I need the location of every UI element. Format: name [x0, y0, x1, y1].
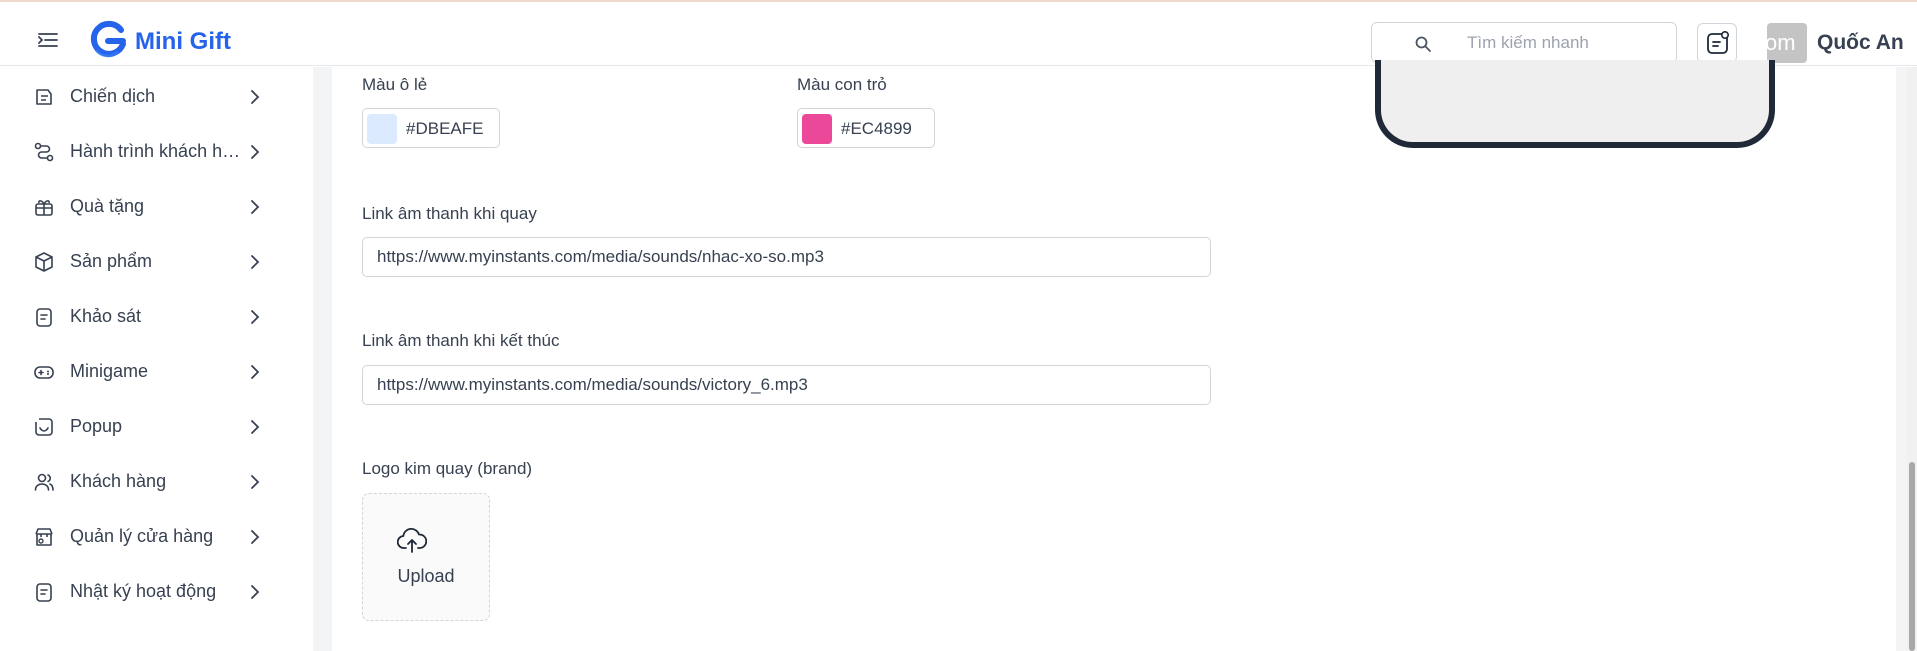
- sidebar-item-customer-journey[interactable]: Hành trình khách hàng: [0, 131, 280, 171]
- sidebar-item-activity-log[interactable]: Nhật ký hoạt động: [0, 571, 280, 611]
- spin-sound-label: Link âm thanh khi quay: [362, 204, 537, 223]
- sidebar-item-products[interactable]: Sản phẩm: [0, 241, 280, 281]
- journey-icon: [34, 142, 54, 162]
- logo-upload-button[interactable]: Upload: [362, 493, 490, 621]
- sidebar-item-label: Khảo sát: [70, 306, 142, 326]
- sidebar-item-popup[interactable]: Popup: [0, 406, 280, 446]
- quick-search-box[interactable]: [1371, 22, 1677, 63]
- sidebar: Chiến dịch Hành trình khách hàng Quà tặn…: [0, 67, 313, 651]
- sidebar-item-gifts[interactable]: Quà tặng: [0, 186, 280, 226]
- gamepad-icon: [34, 366, 54, 379]
- sidebar-item-label: Sản phẩm: [70, 251, 153, 271]
- odd-cell-color-label: Màu ô lẻ: [362, 75, 428, 94]
- odd-cell-color-swatch: [367, 114, 397, 144]
- gift-icon: [35, 200, 53, 216]
- brand-name[interactable]: Mini Gift: [135, 28, 231, 56]
- scrollbar-thumb[interactable]: [1909, 462, 1915, 651]
- avatar[interactable]: om: [1767, 23, 1807, 63]
- campaign-icon: [36, 89, 52, 105]
- pointer-color-label: Màu con trỏ: [797, 75, 887, 94]
- sidebar-item-campaign[interactable]: Chiến dịch: [0, 76, 280, 116]
- pointer-color-swatch: [802, 114, 832, 144]
- chevron-right-icon: [251, 90, 260, 104]
- sidebar-item-label: Hành trình khách hàng: [70, 141, 243, 161]
- sidebar-item-label: Quản lý cửa hàng: [70, 526, 214, 546]
- settings-panel: [332, 67, 1896, 651]
- username[interactable]: Quốc An: [1817, 31, 1904, 55]
- quick-search-input[interactable]: [1467, 31, 1667, 55]
- store-icon: [35, 528, 53, 546]
- sidebar-item-label: Khách hàng: [70, 471, 167, 491]
- search-icon: [1415, 36, 1431, 52]
- chevron-right-icon: [251, 365, 260, 379]
- end-sound-input[interactable]: https://www.myinstants.com/media/sounds/…: [362, 365, 1211, 405]
- chevron-right-icon: [251, 530, 260, 544]
- popup-icon: [35, 418, 53, 436]
- notification-button[interactable]: [1697, 23, 1737, 63]
- upload-label: Upload: [397, 566, 455, 586]
- top-header: Mini Gift om Quốc An: [0, 2, 1917, 66]
- chevron-right-icon: [251, 145, 260, 159]
- sidebar-item-label: Minigame: [70, 361, 149, 381]
- chevron-right-icon: [251, 585, 260, 599]
- sidebar-item-customers[interactable]: Khách hàng: [0, 461, 280, 501]
- logo-label: Logo kim quay (brand): [362, 459, 533, 478]
- box-icon: [35, 252, 53, 272]
- sidebar-item-label: Quà tặng: [70, 196, 145, 216]
- chevron-right-icon: [251, 310, 260, 324]
- sidebar-item-label: Chiến dịch: [70, 86, 156, 106]
- cloud-upload-icon: [397, 527, 427, 553]
- chevron-right-icon: [251, 420, 260, 434]
- chevron-right-icon: [251, 200, 260, 214]
- chevron-right-icon: [251, 475, 260, 489]
- log-icon: [36, 583, 52, 602]
- phone-preview: [1375, 60, 1775, 148]
- odd-cell-color-picker[interactable]: #DBEAFE: [362, 108, 500, 148]
- survey-icon: [36, 308, 52, 327]
- sidebar-item-label: Popup: [70, 416, 123, 436]
- sidebar-item-store-management[interactable]: Quản lý cửa hàng: [0, 516, 280, 556]
- pointer-color-picker[interactable]: #EC4899: [797, 108, 935, 148]
- notification-icon: [1707, 31, 1729, 54]
- sidebar-item-survey[interactable]: Khảo sát: [0, 296, 280, 336]
- odd-cell-color-value: #DBEAFE: [406, 119, 484, 138]
- menu-collapse-icon[interactable]: [38, 32, 58, 48]
- pointer-color-value: #EC4899: [841, 119, 912, 138]
- spin-sound-input[interactable]: https://www.myinstants.com/media/sounds/…: [362, 237, 1211, 277]
- brand-logo-icon[interactable]: [88, 20, 128, 60]
- end-sound-label: Link âm thanh khi kết thúc: [362, 331, 560, 350]
- users-icon: [34, 473, 54, 491]
- sidebar-item-minigame[interactable]: Minigame: [0, 351, 280, 391]
- sidebar-item-label: Nhật ký hoạt động: [70, 581, 217, 601]
- chevron-right-icon: [251, 255, 260, 269]
